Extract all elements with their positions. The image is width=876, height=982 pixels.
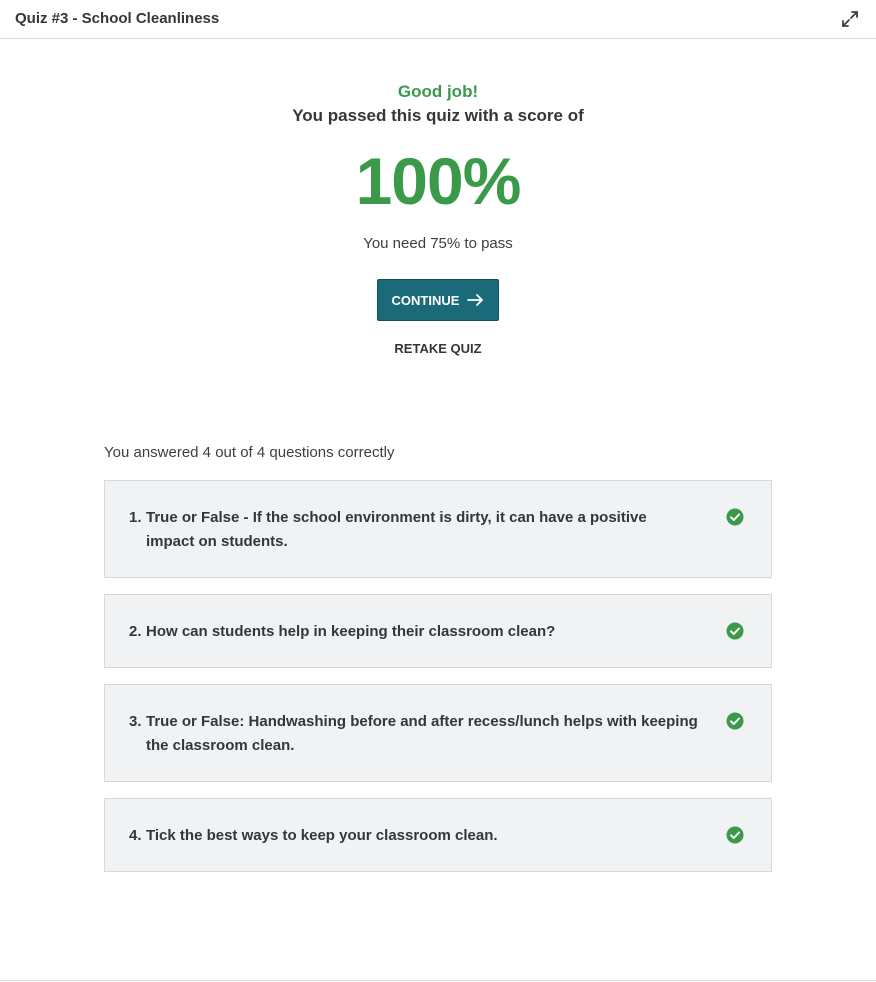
question-label: True or False - If the school environmen…: [146, 509, 647, 550]
footer-divider: [0, 980, 876, 981]
pass-requirement: You need 75% to pass: [363, 235, 513, 252]
results-summary: You answered 4 out of 4 questions correc…: [104, 444, 395, 461]
question-number: 3.: [129, 713, 142, 730]
question-label: True or False: Handwashing before and af…: [146, 713, 698, 754]
question-text: 1. True or False - If the school environ…: [129, 506, 699, 554]
retake-quiz-button[interactable]: RETAKE QUIZ: [0, 341, 876, 356]
expand-icon[interactable]: [840, 9, 860, 29]
quiz-title: Quiz #3 - School Cleanliness: [15, 10, 220, 27]
arrow-right-icon: [467, 294, 484, 306]
check-circle-icon: [726, 622, 744, 640]
question-text: 2. How can students help in keeping thei…: [129, 620, 699, 644]
question-card[interactable]: 2. How can students help in keeping thei…: [104, 594, 772, 668]
quiz-header: Quiz #3 - School Cleanliness: [0, 0, 876, 39]
result-headline: Good job!: [397, 82, 479, 101]
question-number: 4.: [129, 827, 142, 844]
question-text: 4. Tick the best ways to keep your class…: [129, 824, 699, 848]
score-value: 100%: [355, 144, 522, 218]
check-circle-icon: [726, 508, 744, 526]
question-card[interactable]: 1. True or False - If the school environ…: [104, 480, 772, 578]
question-card[interactable]: 3. True or False: Handwashing before and…: [104, 684, 772, 782]
check-circle-icon: [726, 826, 744, 844]
continue-button-label: CONTINUE: [391, 292, 460, 308]
question-text: 3. True or False: Handwashing before and…: [129, 710, 699, 758]
question-card[interactable]: 4. Tick the best ways to keep your class…: [104, 798, 772, 872]
result-subheadline: You passed this quiz with a score of: [292, 106, 584, 125]
continue-button[interactable]: CONTINUE: [377, 279, 499, 321]
question-number: 1.: [129, 509, 142, 526]
check-circle-icon: [726, 712, 744, 730]
question-label: How can students help in keeping their c…: [146, 623, 556, 640]
question-label: Tick the best ways to keep your classroo…: [146, 827, 498, 844]
question-number: 2.: [129, 623, 142, 640]
